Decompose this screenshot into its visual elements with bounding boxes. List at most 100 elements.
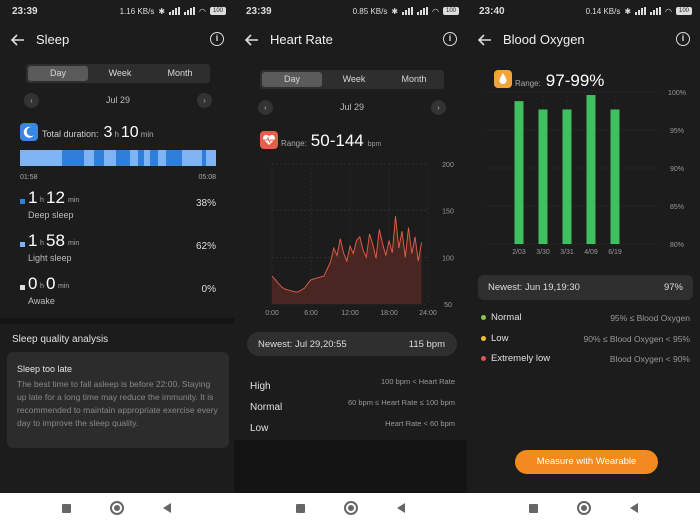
- y-tick-label: 150: [442, 209, 454, 216]
- newest-reading: Newest: Jun 19,19:30 97%: [478, 275, 693, 300]
- zone-row-low: Low Heart Rate < 60 bpm: [250, 418, 455, 434]
- tab-month[interactable]: Month: [384, 70, 444, 89]
- next-date-icon[interactable]: ›: [197, 93, 212, 108]
- range-label: Range:: [281, 139, 307, 148]
- back-arrow-icon[interactable]: [244, 30, 260, 50]
- deep-sleep-segment: [62, 150, 84, 166]
- sleep-screen: 23:39 1.16 KB/s ✱ ◠ 100 Sleep i Day Week…: [0, 0, 234, 523]
- recents-icon[interactable]: [529, 504, 538, 513]
- legend-rule: 90% ≤ Blood Oxygen < 95%: [583, 334, 691, 344]
- tab-week[interactable]: Week: [324, 70, 384, 89]
- date-navigator: ‹ Jul 29 ›: [24, 93, 212, 109]
- status-bar: 23:39 1.16 KB/s ✱ ◠ 100: [12, 4, 226, 18]
- info-icon[interactable]: i: [210, 32, 224, 46]
- heart-rate-screen: 23:39 0.85 KB/s ✱ ◠ 100 Heart Rate i Day…: [234, 0, 467, 523]
- network-speed: 0.85 KB/s: [352, 6, 388, 16]
- zone-rule: Heart Rate < 60 bpm: [385, 419, 455, 428]
- period-tabs: Day Week Month: [260, 70, 444, 89]
- blood-oxygen-chart: 80% 85% 90% 95% 100% 2/03 3/30 3/31 4/09 6/19: [487, 90, 686, 256]
- deep-sleep-segment: [116, 150, 130, 166]
- status-bar: 23:40 0.14 KB/s ✱ ◠ 100: [479, 4, 692, 18]
- newest-value: 115 bpm: [408, 339, 445, 350]
- range-unit: bpm: [367, 141, 382, 148]
- back-arrow-icon[interactable]: [10, 30, 26, 50]
- y-tick-label: 80%: [670, 242, 684, 249]
- home-icon[interactable]: [344, 501, 358, 515]
- total-hours: 3: [103, 124, 113, 141]
- oxygen-bar: [538, 109, 548, 244]
- info-icon[interactable]: i: [676, 32, 690, 46]
- info-icon[interactable]: i: [443, 32, 457, 46]
- signal-icon-2: [417, 7, 429, 15]
- newest-label: Newest: Jul 29,20:55: [258, 339, 347, 350]
- light-sleep-minutes-unit: min: [68, 240, 80, 247]
- back-nav-icon[interactable]: [397, 503, 405, 513]
- deep-sleep-hours-unit: h: [40, 197, 44, 204]
- deep-sleep-minutes-unit: min: [68, 197, 80, 204]
- home-icon[interactable]: [110, 501, 124, 515]
- signal-icon: [635, 7, 647, 15]
- light-sleep-label: Light sleep: [28, 253, 72, 263]
- battery-icon: 100: [210, 7, 226, 15]
- range-value: 50-144: [310, 131, 364, 150]
- signal-icon: [402, 7, 414, 15]
- x-tick-label: 24:00: [419, 310, 437, 317]
- oxygen-bar: [514, 101, 524, 245]
- system-nav-bar: [0, 493, 234, 523]
- start-time: 01:58: [20, 174, 38, 181]
- awake-legend-dot: [20, 285, 25, 290]
- oxygen-header: Blood Oxygen i: [467, 28, 700, 52]
- x-tick-label: 3/30: [536, 249, 550, 256]
- tab-day[interactable]: Day: [262, 72, 322, 87]
- next-date-icon[interactable]: ›: [431, 100, 446, 115]
- total-duration: Total duration: 3 h 10 min: [42, 124, 154, 142]
- system-nav-bar: [467, 493, 700, 523]
- light-sleep-legend-dot: [20, 242, 25, 247]
- extremely-low-legend-dot: [481, 356, 486, 361]
- quality-card: Sleep too late The best time to fall asl…: [7, 352, 229, 448]
- recents-icon[interactable]: [62, 504, 71, 513]
- legend-row-low: Low 90% ≤ Blood Oxygen < 95%: [481, 333, 690, 347]
- back-nav-icon[interactable]: [163, 503, 171, 513]
- zone-row-normal: Normal 60 bpm ≤ Heart Rate ≤ 100 bpm: [250, 397, 455, 413]
- current-date: Jul 29: [105, 95, 131, 105]
- network-speed: 0.14 KB/s: [585, 6, 621, 16]
- x-tick-label: 4/09: [584, 249, 598, 256]
- period-tabs: Day Week Month: [26, 64, 210, 83]
- awake-minutes-unit: min: [58, 283, 70, 290]
- deep-sleep-hours: 1: [28, 188, 38, 207]
- legend-name: Extremely low: [491, 353, 551, 364]
- tab-day[interactable]: Day: [28, 66, 88, 81]
- stage-row-awake: 0 h 0 min Awake 0%: [20, 274, 216, 310]
- stage-row-light: 1 h 58 min Light sleep 62%: [20, 231, 216, 267]
- back-arrow-icon[interactable]: [477, 30, 493, 50]
- tab-month[interactable]: Month: [150, 64, 210, 83]
- y-tick-label: 90%: [670, 166, 684, 173]
- moon-icon: [20, 123, 38, 141]
- signal-icon: [169, 7, 181, 15]
- y-tick-label: 100%: [668, 90, 686, 97]
- recents-icon[interactable]: [296, 504, 305, 513]
- bluetooth-icon: ✱: [158, 6, 166, 16]
- awake-hours: 0: [28, 274, 38, 293]
- zone-row-high: High 100 bpm < Heart Rate: [250, 376, 455, 392]
- light-sleep-hours: 1: [28, 231, 38, 250]
- end-time: 05:08: [198, 174, 216, 181]
- low-legend-dot: [481, 336, 486, 341]
- measure-with-wearable-button[interactable]: Measure with Wearable: [515, 450, 658, 474]
- total-minutes: 10: [120, 124, 139, 141]
- deep-sleep-segment: [202, 150, 206, 166]
- home-icon[interactable]: [577, 501, 591, 515]
- page-title: Heart Rate: [270, 32, 333, 47]
- date-navigator: ‹ Jul 29 ›: [258, 100, 446, 116]
- awake-percent: 0%: [201, 284, 216, 295]
- signal-icon-2: [184, 7, 196, 15]
- total-duration-label: Total duration:: [42, 129, 99, 139]
- bottom-spacer: [234, 440, 467, 493]
- sleep-header: Sleep i: [0, 28, 234, 52]
- page-title: Blood Oxygen: [503, 32, 585, 47]
- tab-week[interactable]: Week: [90, 64, 150, 83]
- back-nav-icon[interactable]: [630, 503, 638, 513]
- sleep-stage-bar: [20, 150, 216, 166]
- zone-name: High: [250, 381, 271, 392]
